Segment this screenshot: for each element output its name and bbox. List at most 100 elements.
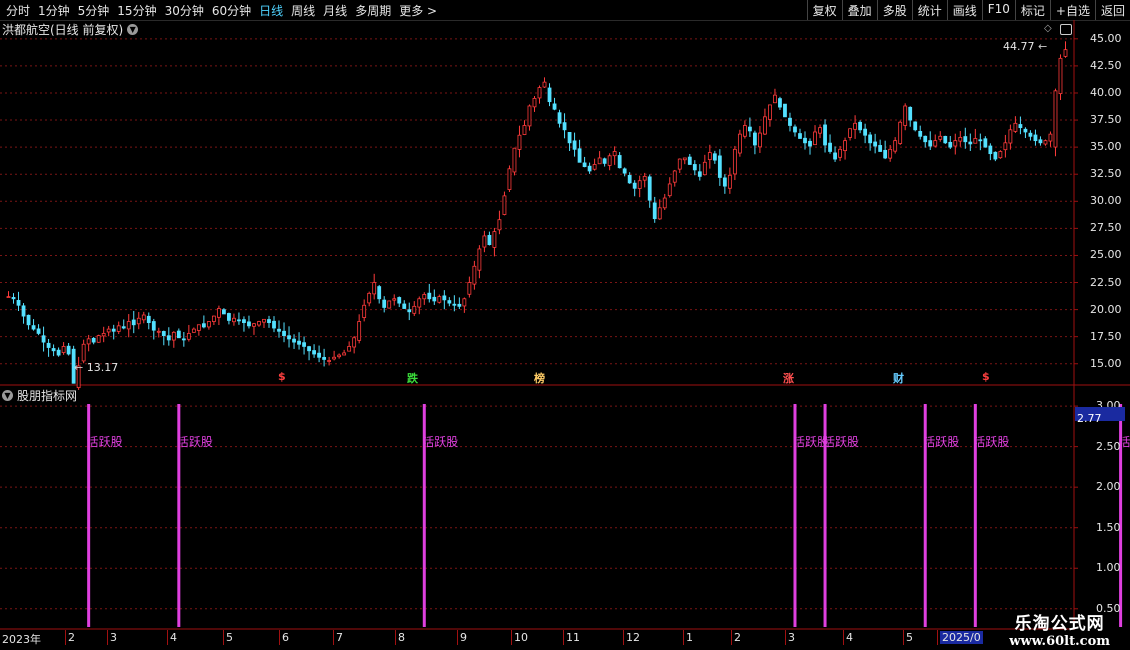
- candle-body: [1003, 142, 1008, 151]
- candle-body: [337, 354, 342, 358]
- candle-body: [126, 321, 131, 330]
- candle-body: [607, 155, 612, 166]
- candle-body: [56, 349, 61, 356]
- signal-label: 活跃股: [176, 435, 213, 449]
- signal-label: 活跃股: [923, 435, 960, 449]
- candle-body: [652, 202, 657, 220]
- candle-body: [737, 133, 742, 154]
- candle-body: [963, 136, 968, 143]
- candle-body: [707, 152, 712, 160]
- chevron-down-icon[interactable]: ▼: [2, 390, 13, 401]
- candle-body: [893, 140, 898, 152]
- date-tick: [683, 630, 684, 645]
- candle-body: [422, 294, 427, 300]
- candle-body: [747, 126, 752, 132]
- candle-body: [186, 333, 191, 340]
- candle-body: [828, 142, 832, 152]
- candle-body: [252, 323, 256, 327]
- date-tick: [511, 630, 512, 645]
- candle-body: [227, 313, 231, 321]
- event-marker[interactable]: $: [981, 370, 991, 383]
- candle-body: [181, 338, 186, 341]
- candle-body: [517, 134, 522, 150]
- candle-body: [843, 140, 847, 152]
- date-tick: [623, 630, 624, 645]
- candle-body: [392, 298, 397, 301]
- candle-body: [873, 141, 878, 147]
- candle-body: [803, 137, 807, 144]
- date-tick: [843, 630, 844, 645]
- candle-body: [1023, 128, 1028, 133]
- candle-body: [612, 151, 617, 157]
- candle-body: [928, 140, 933, 147]
- candle-body: [442, 295, 447, 301]
- candle-body: [527, 105, 532, 127]
- candle-body: [712, 153, 717, 161]
- candle-body: [452, 303, 457, 306]
- candle-body: [918, 130, 923, 137]
- date-tick-label: 3: [788, 631, 795, 644]
- candle-body: [998, 151, 1003, 159]
- candle-body: [968, 141, 973, 145]
- candle-body: [577, 148, 582, 163]
- event-marker[interactable]: 财: [892, 370, 905, 386]
- candle-body: [161, 331, 166, 336]
- date-tick: [65, 630, 66, 645]
- candle-body: [667, 183, 672, 197]
- candle-body: [863, 128, 868, 136]
- candle-body: [778, 98, 782, 108]
- candle-body: [16, 300, 21, 306]
- high-price-label: 44.77 ←: [1003, 40, 1048, 53]
- candle-body: [196, 324, 201, 331]
- candle-body: [983, 138, 988, 148]
- candle-body: [753, 132, 757, 146]
- high-price-value: 44.77: [1003, 40, 1035, 53]
- date-tick: [563, 630, 564, 645]
- candle-body: [216, 308, 221, 318]
- date-tick-label: 5: [906, 631, 913, 644]
- price-tick-label: 25.00: [1090, 248, 1122, 262]
- candle-body: [943, 135, 948, 144]
- candle-body: [1028, 132, 1033, 137]
- candle-body: [101, 333, 106, 337]
- candle-body: [31, 325, 36, 330]
- candle-body: [878, 145, 883, 152]
- candle-body: [26, 314, 31, 326]
- price-tick-label: 35.00: [1090, 140, 1122, 154]
- candle-body: [1058, 57, 1063, 95]
- candle-body: [61, 346, 66, 353]
- candle-body: [883, 149, 888, 159]
- event-marker[interactable]: 榜: [533, 370, 546, 386]
- candle-body: [637, 180, 642, 189]
- date-tick-label: 7: [336, 631, 343, 644]
- candle-body: [232, 317, 236, 323]
- candle-body: [742, 125, 747, 137]
- candle-body: [437, 296, 442, 303]
- event-marker[interactable]: $: [277, 370, 287, 383]
- date-tick: [457, 630, 458, 645]
- candle-body: [898, 121, 903, 144]
- candle-body: [958, 136, 963, 142]
- candle-body: [362, 304, 367, 318]
- candle-body: [402, 303, 407, 309]
- candle-body: [367, 292, 372, 304]
- event-marker[interactable]: 跌: [406, 370, 419, 386]
- candle-body: [617, 155, 622, 169]
- date-tick-label: 3: [110, 631, 117, 644]
- candle-body: [993, 151, 998, 160]
- date-tick-label: 9: [460, 631, 467, 644]
- candle-body: [858, 121, 863, 131]
- price-tick-label: 30.00: [1090, 194, 1122, 208]
- indicator-current-box: 2.77: [1075, 407, 1125, 425]
- price-tick-label: 32.50: [1090, 167, 1122, 181]
- candle-body: [647, 176, 652, 201]
- candle-body: [1018, 124, 1023, 129]
- candle-body: [262, 318, 266, 323]
- indicator-title: 股朋指标网: [17, 389, 78, 403]
- candle-body: [537, 87, 542, 99]
- candle-body: [191, 328, 196, 333]
- candle-body: [567, 132, 572, 144]
- event-marker[interactable]: 涨: [782, 370, 795, 386]
- candle-body: [853, 122, 858, 130]
- candle-body: [166, 335, 171, 341]
